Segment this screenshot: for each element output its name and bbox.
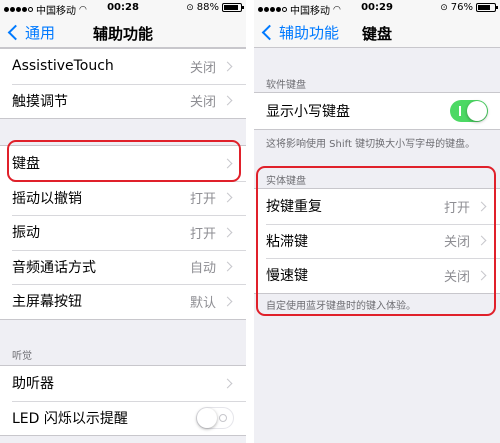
nav-bar: 辅助功能 键盘 (254, 16, 500, 48)
row-label: LED 闪烁以示提醒 (12, 410, 128, 427)
row-label: 助听器 (12, 376, 54, 393)
chevron-right-icon (476, 201, 487, 212)
settings-group-2: 键盘 摇动以撤销 打开 振动 打开 音频通话方式 自动 主屏幕按钮 默认 (0, 145, 246, 320)
row-label: 显示小写键盘 (266, 104, 350, 120)
row-show-lowercase-keys: 显示小写键盘 (254, 93, 500, 129)
row-shake-to-undo[interactable]: 摇动以撤销 打开 (0, 180, 246, 216)
chevron-right-icon (222, 378, 233, 389)
back-label: 通用 (25, 24, 56, 42)
back-button[interactable]: 辅助功能 (260, 22, 339, 43)
settings-group-1: AssistiveTouch 关闭 触摸调节 关闭 (0, 48, 246, 119)
chevron-right-icon (222, 261, 233, 272)
row-hearing-devices[interactable]: 助听器 (0, 366, 246, 401)
hardware-keyboard-group: 按键重复 打开 粘滞键 关闭 慢速键 关闭 (254, 188, 500, 294)
row-value: 打开 (443, 200, 470, 216)
section-header-hearing: 听觉 (12, 351, 32, 362)
row-value: 打开 (189, 192, 216, 208)
chevron-right-icon (222, 192, 233, 203)
back-button[interactable]: 通用 (6, 22, 55, 43)
row-home-button[interactable]: 主屏幕按钮 默认 (0, 284, 246, 319)
hardware-keyboard-footnote: 自定使用蓝牙键盘时的键入体验。 (266, 301, 416, 312)
row-label: 音频通话方式 (12, 259, 96, 276)
battery-icon (222, 3, 244, 12)
led-flash-toggle[interactable] (196, 406, 234, 429)
row-assistivetouch[interactable]: AssistiveTouch 关闭 (0, 49, 246, 84)
software-keyboard-group: 显示小写键盘 (254, 92, 500, 130)
section-header-software-keyboards: 软件键盘 (266, 80, 306, 91)
battery-percent: 76% (450, 2, 473, 13)
lowercase-keys-toggle[interactable] (450, 100, 488, 122)
chevron-left-icon (7, 24, 24, 41)
row-label: 振动 (12, 225, 40, 242)
row-call-audio-routing[interactable]: 音频通话方式 自动 (0, 249, 246, 285)
row-value: 自动 (189, 261, 216, 277)
status-bar: 中国移动 ◠ 00:29 ⊙ 76% (254, 0, 500, 17)
row-sticky-keys[interactable]: 粘滞键 关闭 (254, 223, 500, 259)
chevron-right-icon (222, 61, 233, 72)
row-keyboard[interactable]: 键盘 (0, 146, 246, 181)
chevron-right-icon (222, 95, 233, 106)
status-bar: 中国移动 ◠ 00:28 ⊙ 88% (0, 0, 246, 17)
row-label: 粘滞键 (266, 233, 308, 250)
back-label: 辅助功能 (279, 24, 340, 42)
row-label: 按键重复 (266, 199, 322, 216)
settings-group-3: 助听器 LED 闪烁以示提醒 (0, 365, 246, 436)
left-screen: 中国移动 ◠ 00:28 ⊙ 88% 通用 辅助功能 AssistiveTouc… (0, 0, 246, 443)
chevron-right-icon (476, 270, 487, 281)
right-screen: 中国移动 ◠ 00:29 ⊙ 76% 辅助功能 键盘 软件键盘 显示小写键盘 这… (254, 0, 500, 443)
row-key-repeat[interactable]: 按键重复 打开 (254, 189, 500, 224)
software-keyboard-footnote: 这将影响使用 Shift 键切换大小写字母的键盘。 (266, 139, 476, 150)
row-value: 关闭 (443, 235, 470, 251)
battery-icon (476, 3, 498, 12)
row-value: 默认 (189, 295, 216, 311)
row-touch-accommodations[interactable]: 触摸调节 关闭 (0, 83, 246, 119)
row-label: AssistiveTouch (12, 58, 114, 75)
row-label: 触摸调节 (12, 93, 68, 110)
row-label: 慢速键 (266, 268, 308, 285)
chevron-left-icon (261, 24, 278, 41)
row-label: 摇动以撤销 (12, 190, 82, 207)
battery-percent: 88% (196, 2, 219, 13)
lock-icon: ⊙ (186, 2, 194, 13)
chevron-right-icon (222, 158, 233, 169)
row-label: 键盘 (12, 156, 40, 173)
row-slow-keys[interactable]: 慢速键 关闭 (254, 258, 500, 293)
nav-bar: 通用 辅助功能 (0, 16, 246, 48)
lock-icon: ⊙ (440, 2, 448, 13)
row-led-flash: LED 闪烁以示提醒 (0, 400, 246, 436)
chevron-right-icon (222, 296, 233, 307)
row-value: 关闭 (443, 269, 470, 285)
chevron-right-icon (222, 227, 233, 238)
row-vibration[interactable]: 振动 打开 (0, 215, 246, 250)
chevron-right-icon (476, 235, 487, 246)
row-value: 打开 (189, 226, 216, 242)
section-header-hardware-keyboards: 实体键盘 (266, 176, 306, 187)
row-value: 关闭 (189, 60, 216, 76)
row-label: 主屏幕按钮 (12, 294, 82, 311)
row-value: 关闭 (189, 95, 216, 111)
